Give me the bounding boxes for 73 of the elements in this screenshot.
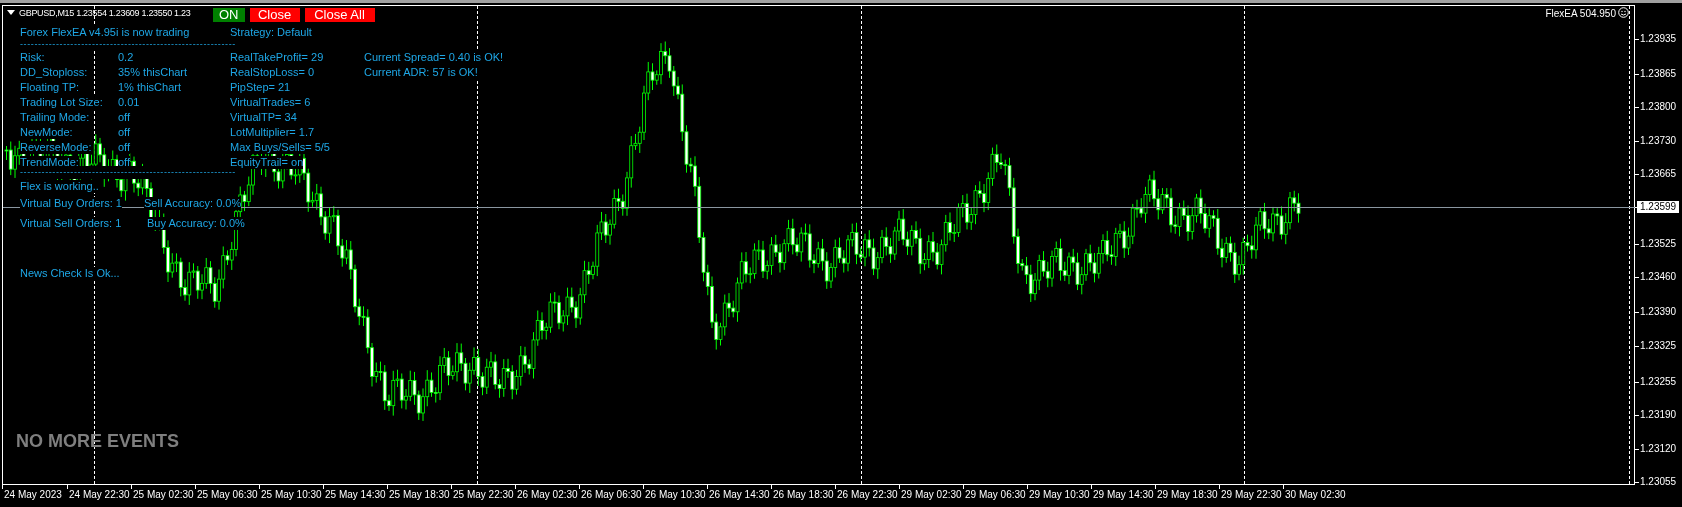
- orders-text: Virtual Sell Orders: 1: [20, 217, 122, 230]
- strategy-label: Strategy: Default: [230, 26, 312, 39]
- events-label: NO MORE EVENTS: [16, 430, 180, 452]
- price-label: 1.23525: [1639, 238, 1678, 250]
- time-label: 29 May 10:30: [1029, 489, 1090, 501]
- setting-value: 35% thisChart: [118, 66, 188, 79]
- accuracy-text: Sell Accuracy: 0.0%: [144, 197, 242, 210]
- parameter-text: Max Buys/Sells= 5/5: [230, 141, 330, 154]
- time-label: 25 May 18:30: [389, 489, 450, 501]
- price-label: 1.23120: [1639, 443, 1678, 455]
- ea-corner-label: FlexEA 504.950: [1545, 7, 1616, 20]
- time-label: 26 May 22:30: [837, 489, 898, 501]
- setting-label: Trading Lot Size:: [20, 96, 103, 109]
- check-text: Current ADR: 57 is OK!: [364, 66, 478, 79]
- price-label: 1.23800: [1639, 101, 1678, 113]
- time-label: 25 May 02:30: [133, 489, 194, 501]
- dropdown-triangle-icon[interactable]: [7, 10, 15, 15]
- time-label: 26 May 14:30: [709, 489, 770, 501]
- setting-label: Trailing Mode:: [20, 111, 90, 124]
- time-label: 29 May 02:30: [901, 489, 962, 501]
- parameter-text: RealStopLoss= 0: [230, 66, 315, 79]
- parameter-text: PipStep= 21: [230, 81, 291, 94]
- price-label: 1.23730: [1639, 135, 1678, 147]
- parameter-text: VirtualTP= 34: [230, 111, 297, 124]
- price-label: 1.23865: [1639, 68, 1678, 80]
- setting-label: Floating TP:: [20, 81, 80, 94]
- time-label: 29 May 14:30: [1093, 489, 1154, 501]
- price-label: 1.23325: [1639, 340, 1678, 352]
- time-label: 29 May 06:30: [965, 489, 1026, 501]
- status-text: Flex is working..: [20, 180, 99, 193]
- price-label: 1.23460: [1639, 271, 1678, 283]
- price-label: 1.23935: [1639, 33, 1678, 45]
- orders-text: Virtual Buy Orders: 1: [20, 197, 122, 210]
- setting-value: 0.2: [118, 51, 134, 64]
- setting-value: off: [118, 141, 131, 154]
- setting-value: 1% thisChart: [118, 81, 181, 94]
- time-label: 29 May 22:30: [1221, 489, 1282, 501]
- parameter-text: VirtualTrades= 6: [230, 96, 311, 109]
- chart-button[interactable]: Close: [249, 8, 300, 22]
- price-label: 1.23190: [1639, 409, 1678, 421]
- time-label: 30 May 02:30: [1285, 489, 1346, 501]
- time-label: 25 May 22:30: [453, 489, 514, 501]
- price-label: 1.23255: [1639, 376, 1678, 388]
- price-label: 1.23665: [1639, 168, 1678, 180]
- time-label: 25 May 14:30: [325, 489, 386, 501]
- time-label: 25 May 10:30: [261, 489, 322, 501]
- setting-label: DD_Stoploss:: [20, 66, 88, 79]
- news-status: News Check Is Ok...: [20, 267, 120, 280]
- parameter-text: EquityTrail= on: [230, 156, 304, 169]
- setting-label: NewMode:: [20, 126, 73, 139]
- time-label: 24 May 2023: [4, 489, 62, 501]
- setting-value: off: [118, 126, 131, 139]
- time-label: 26 May 02:30: [517, 489, 578, 501]
- time-label: 25 May 06:30: [197, 489, 258, 501]
- check-text: Current Spread= 0.40 is OK!: [364, 51, 504, 64]
- setting-label: Risk:: [20, 51, 45, 64]
- setting-value: 0.01: [118, 96, 140, 109]
- chart-button[interactable]: ON: [213, 8, 245, 22]
- time-label: 24 May 22:30: [69, 489, 130, 501]
- price-label: 1.23055: [1639, 476, 1678, 488]
- time-label: 26 May 10:30: [645, 489, 706, 501]
- chart-button[interactable]: Close All: [304, 8, 375, 22]
- accuracy-text: Buy Accuracy: 0.0%: [147, 217, 245, 230]
- setting-label: ReverseMode:: [20, 141, 92, 154]
- price-label: 1.23599: [1637, 201, 1680, 213]
- parameter-text: LotMultiplier= 1.7: [230, 126, 315, 139]
- time-label: 29 May 18:30: [1157, 489, 1218, 501]
- symbol-quote: GBPUSD,M15 1.23554 1.23609 1.23550 1.23: [19, 7, 191, 20]
- price-label: 1.23390: [1639, 306, 1678, 318]
- time-label: 26 May 18:30: [773, 489, 834, 501]
- parameter-text: RealTakeProfit= 29: [230, 51, 324, 64]
- time-label: 26 May 06:30: [581, 489, 642, 501]
- setting-value: off: [118, 111, 131, 124]
